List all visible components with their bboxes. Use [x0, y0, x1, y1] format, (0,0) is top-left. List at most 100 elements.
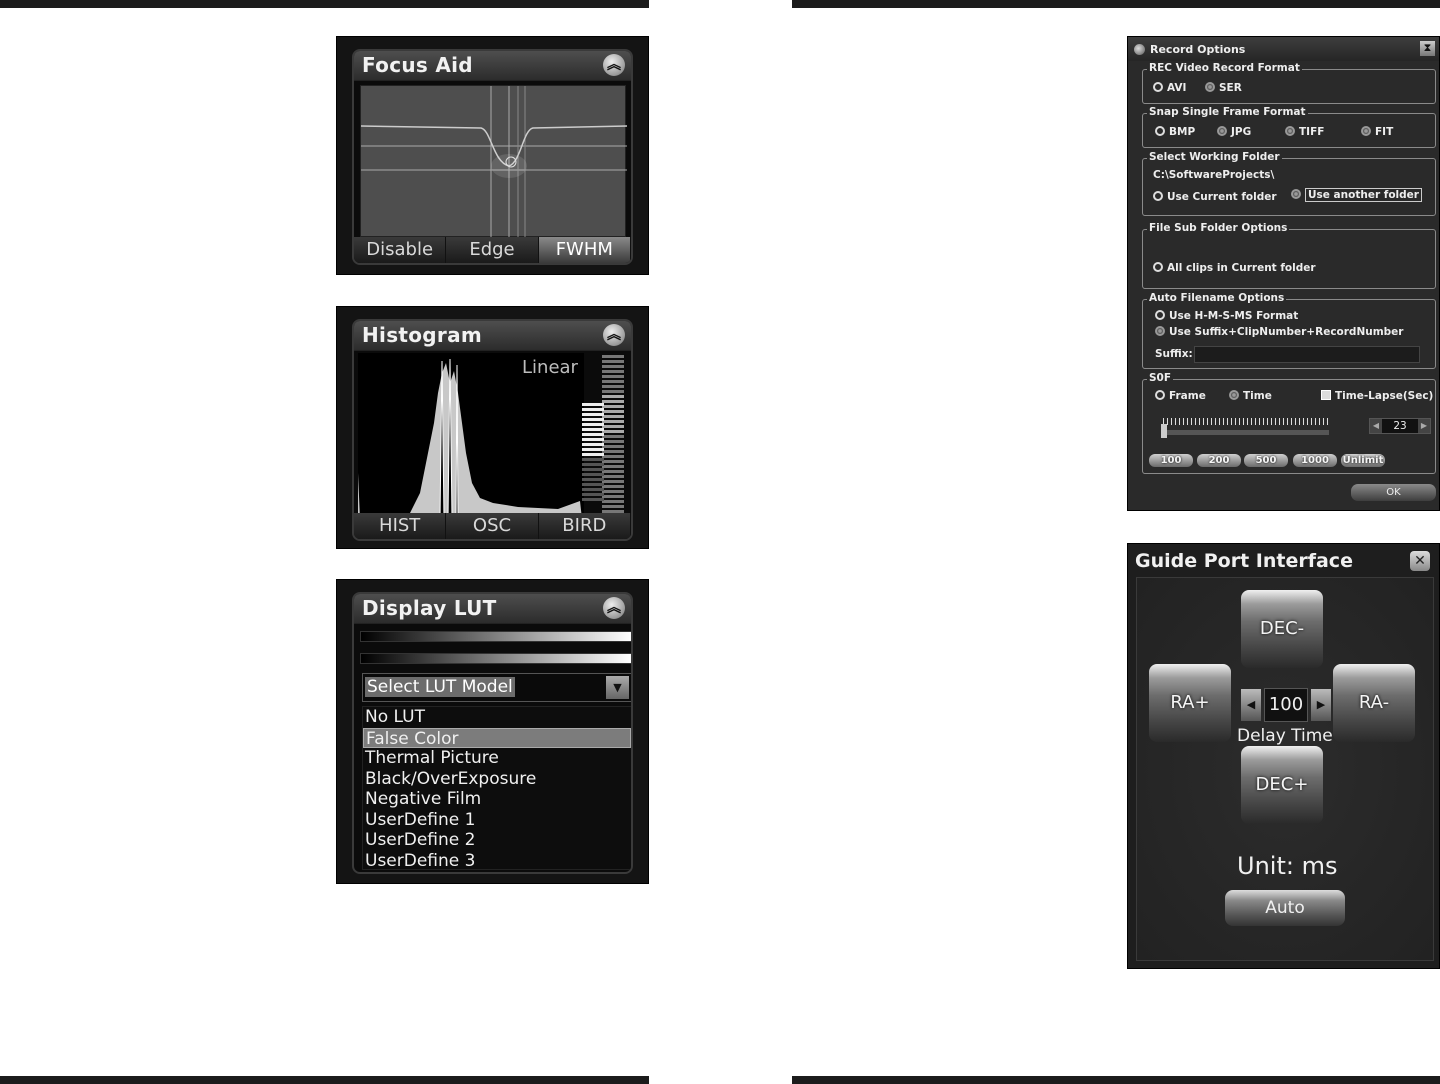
radio-use-current-folder[interactable]: Use Current folder: [1153, 191, 1277, 203]
radio-icon: [1153, 191, 1163, 201]
radio-avi-label: AVI: [1167, 82, 1187, 94]
lut-option[interactable]: Black/OverExposure: [363, 769, 631, 790]
radio-suffix-format[interactable]: Use Suffix+ClipNumber+RecordNumber: [1155, 326, 1403, 338]
radio-fit-label: FIT: [1375, 126, 1394, 138]
lut-option[interactable]: Thermal Picture: [363, 748, 631, 769]
lut-option[interactable]: UserDefine 1: [363, 810, 631, 831]
radio-use-another-folder[interactable]: Use another folder: [1291, 188, 1422, 202]
focus-curve: [360, 86, 628, 238]
record-options-dialog: Record Options ⧗ REC Video Record Format…: [1127, 36, 1440, 511]
lut-model-select[interactable]: Select LUT Model ▼: [362, 673, 631, 702]
record-options-titlebar: Record Options ⧗: [1128, 37, 1439, 61]
page-border-bottom-left: [0, 1076, 649, 1084]
delay-time-spinner[interactable]: ◀ 100 ▶: [1241, 688, 1331, 722]
checkbox-time-lapse[interactable]: Time-Lapse(Sec): [1321, 390, 1433, 402]
spin-right-icon[interactable]: ▶: [1418, 419, 1430, 433]
time-lapse-spinner[interactable]: ◀ 23 ▶: [1369, 418, 1431, 434]
radio-frame-label: Frame: [1169, 390, 1206, 402]
radio-fit[interactable]: FIT: [1361, 126, 1393, 138]
guide-port-title: Guide Port Interface: [1135, 550, 1353, 572]
snap-format-legend: Snap Single Frame Format: [1147, 106, 1308, 118]
radio-use-another-folder-label: Use another folder: [1305, 188, 1422, 202]
working-folder-path: C:\SoftwareProjects\: [1153, 169, 1275, 181]
lut-option[interactable]: UserDefine 3: [363, 851, 631, 872]
app-logo-icon: [1134, 44, 1145, 55]
focus-aid-title: Focus Aid: [362, 53, 473, 77]
dec-plus-button[interactable]: DEC+: [1241, 746, 1323, 824]
radio-bmp[interactable]: BMP: [1155, 126, 1195, 138]
lut-option[interactable]: UserDefine 2: [363, 830, 631, 851]
radio-hms-label: Use H-M-S-MS Format: [1169, 310, 1299, 322]
lut-option[interactable]: Negative Film: [363, 789, 631, 810]
radio-frame[interactable]: Frame: [1155, 390, 1206, 402]
preset-unlimit-button[interactable]: Unlimit: [1341, 454, 1385, 467]
radio-tiff-label: TIFF: [1299, 126, 1325, 138]
tab-edge[interactable]: Edge: [446, 237, 539, 263]
working-folder-legend: Select Working Folder: [1147, 151, 1282, 163]
guide-port-body: DEC- RA+ RA- ◀ 100 ▶ Delay Time DEC+ Uni…: [1136, 577, 1434, 961]
chevron-right-icon[interactable]: ▶: [1311, 689, 1331, 721]
radio-icon: [1285, 126, 1295, 136]
tab-osc[interactable]: OSC: [446, 513, 539, 539]
close-icon[interactable]: ✕: [1410, 551, 1430, 571]
tab-bird[interactable]: BIRD: [539, 513, 631, 539]
histogram-level-bars: [602, 355, 624, 515]
suffix-input[interactable]: [1194, 346, 1420, 363]
sof-slider[interactable]: [1163, 430, 1329, 435]
radio-hms-format[interactable]: Use H-M-S-MS Format: [1155, 310, 1298, 322]
radio-avi[interactable]: AVI: [1153, 82, 1186, 94]
lut-gradient-bar: [360, 631, 631, 642]
lut-option[interactable]: No LUT: [363, 707, 631, 728]
radio-time-label: Time: [1243, 390, 1272, 402]
collapse-icon[interactable]: ︽: [603, 54, 625, 76]
radio-icon: [1155, 310, 1165, 320]
lut-option-selected[interactable]: False Color: [363, 727, 631, 748]
auto-button[interactable]: Auto: [1225, 890, 1345, 926]
chevron-left-icon[interactable]: ◀: [1241, 689, 1261, 721]
radio-icon: [1153, 262, 1163, 272]
tab-disable[interactable]: Disable: [354, 237, 447, 263]
radio-ser[interactable]: SER: [1205, 82, 1242, 94]
slider-thumb[interactable]: [1161, 424, 1167, 438]
display-lut-title: Display LUT: [362, 596, 497, 620]
radio-time[interactable]: Time: [1229, 390, 1272, 402]
radio-icon: [1361, 126, 1371, 136]
time-lapse-value: 23: [1393, 420, 1407, 432]
tab-hist[interactable]: HIST: [354, 513, 447, 539]
delay-time-value[interactable]: 100: [1264, 688, 1308, 722]
spin-left-icon[interactable]: ◀: [1370, 419, 1382, 433]
video-format-group: REC Video Record Format AVI SER: [1142, 62, 1436, 104]
preset-200-button[interactable]: 200: [1197, 454, 1241, 467]
radio-icon: [1155, 326, 1165, 336]
ra-minus-button[interactable]: RA-: [1333, 664, 1415, 742]
radio-tiff[interactable]: TIFF: [1285, 126, 1324, 138]
dec-minus-button[interactable]: DEC-: [1241, 590, 1323, 668]
collapse-icon[interactable]: ︽: [603, 324, 625, 346]
collapse-icon[interactable]: ︽: [603, 597, 625, 619]
record-options-title: Record Options: [1150, 43, 1246, 56]
histogram-tabs: HIST OSC BIRD: [354, 513, 631, 539]
display-lut-titlebar: Display LUT ︽: [354, 594, 631, 624]
lut-gradient-bar: [360, 653, 631, 664]
histogram-title: Histogram: [362, 323, 483, 347]
close-icon[interactable]: ⧗: [1420, 41, 1435, 56]
ok-button[interactable]: OK: [1351, 484, 1436, 501]
delay-time-label: Delay Time: [1237, 726, 1333, 746]
radio-all-clips-current-folder[interactable]: All clips in Current folder: [1153, 262, 1316, 274]
focus-aid-panel: Focus Aid ︽ Disable Edge FWHM: [336, 36, 649, 275]
ra-plus-button[interactable]: RA+: [1149, 664, 1231, 742]
tab-fwhm[interactable]: FWHM: [538, 237, 631, 263]
preset-100-button[interactable]: 100: [1149, 454, 1193, 467]
auto-filename-legend: Auto Filename Options: [1147, 292, 1287, 304]
histogram-panel: Histogram ︽ Linear HIST OSC BIRD: [336, 306, 649, 549]
slider-ticks: [1163, 418, 1331, 425]
histogram-scale-label: Linear: [522, 357, 578, 378]
snap-format-group: Snap Single Frame Format BMP JPG TIFF FI…: [1142, 106, 1436, 148]
chevron-down-icon[interactable]: ▼: [606, 676, 629, 699]
preset-1000-button[interactable]: 1000: [1293, 454, 1337, 467]
working-folder-group: Select Working Folder C:\SoftwareProject…: [1142, 151, 1436, 216]
preset-500-button[interactable]: 500: [1244, 454, 1288, 467]
radio-jpg[interactable]: JPG: [1217, 126, 1251, 138]
radio-bmp-label: BMP: [1169, 126, 1196, 138]
radio-icon: [1155, 390, 1165, 400]
